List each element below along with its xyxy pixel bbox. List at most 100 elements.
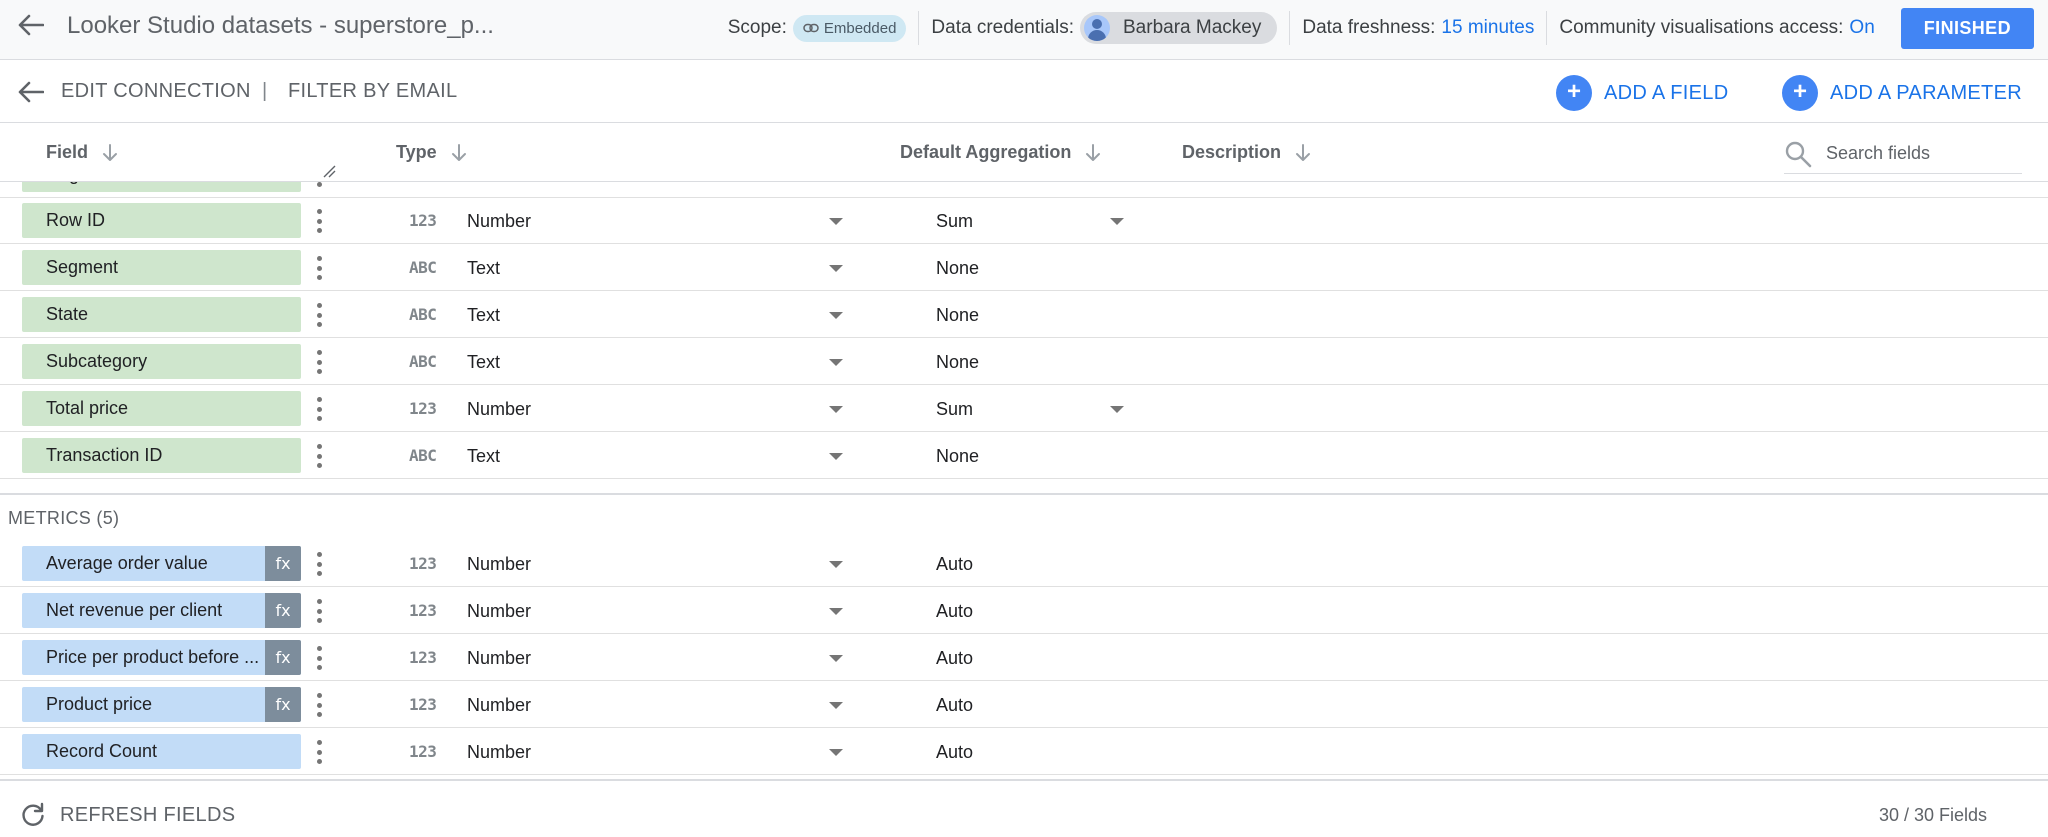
dropdown-caret-icon: [829, 702, 843, 709]
refresh-fields-button[interactable]: REFRESH FIELDS: [20, 802, 235, 828]
type-dropdown[interactable]: Number: [467, 205, 847, 237]
add-parameter-button[interactable]: + ADD A PARAMETER: [1782, 75, 2022, 111]
field-name: Row ID: [46, 210, 106, 230]
dropdown-caret-icon[interactable]: [1110, 218, 1124, 225]
table-row: Row ID 123 Number Sum: [0, 197, 2048, 244]
aggregation-cell[interactable]: Sum: [936, 205, 1136, 237]
field-name: Record Count: [46, 741, 158, 761]
dimension-field-chip[interactable]: Row ID: [22, 203, 301, 238]
freshness-link[interactable]: 15 minutes: [1441, 17, 1534, 39]
community-link[interactable]: On: [1849, 17, 1874, 39]
dimension-field-chip[interactable]: Transaction ID: [22, 438, 301, 473]
more-options-icon[interactable]: [311, 347, 327, 377]
calculated-field-icon[interactable]: fx: [265, 546, 301, 581]
table-row: State ABC Text None: [0, 291, 2048, 338]
more-options-icon[interactable]: [311, 596, 327, 626]
type-dropdown[interactable]: Number: [467, 736, 847, 768]
aggregation-cell: Auto: [936, 548, 1136, 580]
more-options-icon[interactable]: [311, 549, 327, 579]
dropdown-caret-icon: [829, 218, 843, 225]
more-options-icon[interactable]: [311, 690, 327, 720]
link-icon: [803, 23, 819, 33]
dropdown-caret-icon: [829, 655, 843, 662]
add-field-button[interactable]: + ADD A FIELD: [1556, 75, 1728, 111]
metric-field-chip[interactable]: Price per product before ... fx: [22, 640, 301, 675]
scope-label: Scope:: [727, 17, 787, 38]
aggregation-cell: None: [936, 440, 1136, 472]
aggregation-cell[interactable]: Sum: [936, 393, 1136, 425]
finished-button[interactable]: FINISHED: [1900, 7, 2034, 49]
credentials-user-chip[interactable]: Barbara Mackey: [1080, 12, 1278, 44]
field-name: Segment: [46, 257, 119, 277]
more-options-icon[interactable]: [311, 441, 327, 471]
type-value: Number: [467, 694, 532, 715]
type-dropdown[interactable]: Text: [467, 252, 847, 284]
page-title: Looker Studio datasets - superstore_p...: [67, 12, 494, 39]
metric-field-chip[interactable]: Net revenue per client fx: [22, 593, 301, 628]
field-name: Net revenue per client: [46, 600, 223, 620]
scope-setting: Scope: Embedded: [716, 11, 919, 45]
dimension-field-chip[interactable]: State: [22, 297, 301, 332]
dropdown-caret-icon: [829, 359, 843, 366]
plus-icon: +: [1782, 75, 1818, 111]
more-options-icon[interactable]: [311, 643, 327, 673]
column-header-type[interactable]: Type: [396, 142, 467, 163]
calculated-field-icon[interactable]: fx: [265, 640, 301, 675]
type-dropdown[interactable]: Number: [467, 689, 847, 721]
aggregation-value: Auto: [936, 647, 974, 668]
add-field-label: ADD A FIELD: [1604, 81, 1729, 104]
type-dropdown[interactable]: Number: [467, 642, 847, 674]
dimension-field-chip[interactable]: Segment: [22, 250, 301, 285]
credentials-setting: Data credentials: Barbara Mackey: [918, 11, 1289, 45]
field-name: State: [46, 304, 89, 324]
more-options-icon[interactable]: [311, 394, 327, 424]
metric-field-chip[interactable]: Product price fx: [22, 687, 301, 722]
more-options-icon[interactable]: [311, 182, 327, 190]
aggregation-value: None: [936, 182, 979, 186]
column-header-field[interactable]: Field: [46, 142, 118, 163]
dropdown-caret-icon: [829, 312, 843, 319]
community-label: Community visualisations access:: [1559, 17, 1844, 38]
more-options-icon[interactable]: [311, 206, 327, 236]
column-header-description[interactable]: Description: [1182, 142, 1311, 163]
more-options-icon[interactable]: [311, 253, 327, 283]
aggregation-value: None: [936, 351, 980, 372]
search-input[interactable]: [1826, 143, 2016, 164]
type-dropdown[interactable]: Text: [467, 299, 847, 331]
aggregation-cell: None: [936, 299, 1136, 331]
back-arrow-icon[interactable]: [14, 75, 48, 109]
type-dropdown[interactable]: Text: [467, 182, 847, 191]
calculated-field-icon[interactable]: fx: [265, 593, 301, 628]
type-dropdown[interactable]: Number: [467, 548, 847, 580]
aggregation-value: Sum: [936, 398, 974, 419]
metric-field-chip[interactable]: Average order value fx: [22, 546, 301, 581]
scope-badge[interactable]: Embedded: [792, 14, 907, 42]
credentials-user-name: Barbara Mackey: [1123, 17, 1262, 38]
table-row: Product price fx 123 Number Auto: [0, 681, 2048, 728]
aggregation-value: None: [936, 445, 980, 466]
filter-by-email-button[interactable]: FILTER BY EMAIL: [288, 80, 457, 103]
back-arrow-icon[interactable]: [14, 8, 48, 42]
type-dropdown[interactable]: Text: [467, 440, 847, 472]
column-resize-handle[interactable]: [322, 164, 336, 178]
metric-field-chip[interactable]: Record Count: [22, 734, 301, 769]
dimension-field-chip[interactable]: Subcategory: [22, 344, 301, 379]
type-dropdown[interactable]: Text: [467, 346, 847, 378]
more-options-icon[interactable]: [311, 300, 327, 330]
type-dropdown[interactable]: Number: [467, 595, 847, 627]
dropdown-caret-icon[interactable]: [1110, 406, 1124, 413]
sort-arrow-icon: [1296, 143, 1311, 161]
calculated-field-icon[interactable]: fx: [265, 687, 301, 722]
dimension-field-chip[interactable]: Total price: [22, 391, 301, 426]
aggregation-value: Auto: [936, 741, 974, 762]
table-row: Total price 123 Number Sum: [0, 385, 2048, 432]
edit-connection-button[interactable]: EDIT CONNECTION: [61, 80, 251, 103]
refresh-fields-label: REFRESH FIELDS: [60, 803, 236, 826]
more-options-icon[interactable]: [311, 737, 327, 767]
dimension-field-chip[interactable]: Region: [22, 182, 301, 192]
type-value: Text: [467, 257, 501, 278]
field-name: Product price: [46, 694, 153, 714]
type-dropdown[interactable]: Number: [467, 393, 847, 425]
fields-table: Region ABC Text None Row ID 123 Number Sum Segme…: [0, 182, 2048, 779]
column-header-default-aggregation[interactable]: Default Aggregation: [900, 142, 1101, 163]
